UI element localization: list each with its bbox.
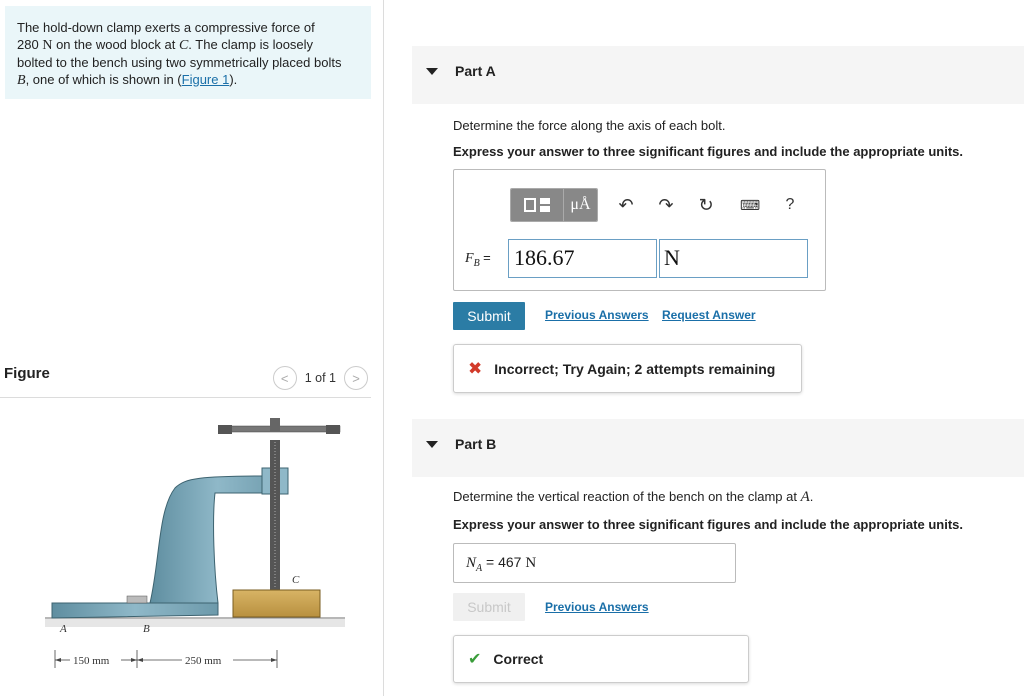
part-b-header[interactable]: Part B [412, 419, 1024, 477]
clamp-base [51, 602, 219, 619]
template-button-group: μÅ [510, 188, 598, 222]
clamp-diagram: A B C 150 mm 250 mm [45, 418, 345, 668]
part-a-feedback: ✖ Incorrect; Try Again; 2 attempts remai… [453, 344, 802, 393]
force-unit: N [42, 38, 53, 53]
figure-title: Figure [4, 365, 50, 382]
part-a-header[interactable]: Part A [412, 46, 1024, 104]
problem-text: . The clamp is loosely [188, 37, 314, 52]
part-a-label: Part A [455, 63, 496, 79]
checkmark-icon: ✔ [468, 651, 482, 668]
bolt-b [126, 595, 148, 604]
collapse-triangle-icon[interactable] [426, 441, 438, 448]
template-fraction-icon [540, 198, 550, 212]
chevron-left-icon: < [280, 370, 289, 386]
collapse-triangle-icon[interactable] [426, 68, 438, 75]
clamp-arm [149, 475, 286, 604]
point-c: C [178, 38, 189, 53]
fb-label: FB = [465, 250, 491, 269]
var-sub: A [476, 563, 483, 574]
point-b: B [17, 73, 26, 88]
templates-button[interactable] [511, 189, 563, 221]
var-sub: B [473, 257, 480, 269]
units-button[interactable]: μÅ [563, 189, 597, 221]
feedback-text: Incorrect; Try Again; 2 attempts remaini… [494, 360, 776, 377]
undo-icon[interactable]: ↶ [606, 195, 646, 216]
math-toolbar: μÅ ↶ ↷ ↻ ⌨ ? [510, 188, 810, 222]
point-a: A [800, 489, 810, 505]
na-label: NA [466, 555, 483, 574]
figure-image: A B C 150 mm 250 mm [0, 400, 371, 696]
pager-text: 1 of 1 [304, 371, 336, 385]
next-figure-button[interactable]: > [344, 366, 368, 390]
problem-text: on the wood block at [56, 37, 176, 52]
answer-unit: N [525, 555, 537, 571]
dimension-250: 250 mm [185, 655, 222, 667]
problem-statement: The hold-down clamp exerts a compressive… [5, 6, 371, 99]
part-b-submit-button: Submit [453, 593, 525, 621]
part-a-submit-button[interactable]: Submit [453, 302, 525, 330]
answer-value: 467 [498, 554, 522, 570]
part-a-question: Determine the force along the axis of ea… [453, 118, 726, 133]
part-b-answer-box: NA = 467 N [453, 543, 736, 583]
part-a-answer-box: μÅ ↶ ↷ ↻ ⌨ ? FB = 186.67 N [453, 169, 826, 291]
unit-input[interactable]: N [659, 239, 808, 278]
problem-text: ). [229, 72, 238, 87]
force-value: 280 [17, 37, 39, 52]
left-panel: The hold-down clamp exerts a compressive… [0, 0, 384, 696]
request-answer-link[interactable]: Request Answer [662, 308, 756, 322]
problem-text: bolted to the bench using two symmetrica… [17, 55, 342, 70]
label-b: B [143, 623, 150, 635]
problem-text: The hold-down clamp exerts a compressive… [17, 20, 315, 35]
part-b-label: Part B [455, 436, 497, 452]
var-name: N [466, 555, 477, 571]
figure-header: Figure < 1 of 1 > [0, 358, 371, 398]
reset-icon[interactable]: ↻ [686, 195, 726, 216]
problem-text: , one of which is shown in ( [25, 72, 182, 87]
part-b-question: Determine the vertical reaction of the b… [453, 489, 813, 506]
help-icon[interactable]: ? [770, 196, 810, 214]
prev-figure-button[interactable]: < [272, 366, 297, 390]
part-b-feedback: ✔ Correct [453, 635, 749, 683]
part-a-previous-answers-link[interactable]: Previous Answers [545, 308, 649, 322]
wood-block [232, 589, 321, 618]
equals-sign: = [483, 250, 491, 265]
part-a-instruction: Express your answer to three significant… [453, 144, 963, 159]
feedback-text: Correct [493, 651, 544, 667]
redo-icon[interactable]: ↷ [646, 195, 686, 216]
keyboard-icon[interactable]: ⌨ [730, 197, 770, 214]
equals-sign: = [486, 554, 495, 570]
value-input[interactable]: 186.67 [508, 239, 657, 278]
var-name: F [465, 251, 474, 266]
right-panel: Part A Determine the force along the axi… [385, 0, 1024, 696]
chevron-right-icon: > [352, 370, 360, 386]
label-c: C [292, 574, 300, 586]
figure-link[interactable]: Figure 1 [182, 72, 230, 87]
template-square-icon [524, 198, 536, 212]
figure-pager: < 1 of 1 > [272, 366, 368, 390]
part-b-instruction: Express your answer to three significant… [453, 517, 963, 532]
part-b-previous-answers-link[interactable]: Previous Answers [545, 600, 649, 614]
dimension-150: 150 mm [73, 655, 110, 667]
label-a: A [59, 623, 67, 635]
close-x-icon: ✖ [468, 358, 483, 378]
question-text: Determine the vertical reaction of the b… [453, 489, 797, 504]
period: . [809, 489, 814, 504]
